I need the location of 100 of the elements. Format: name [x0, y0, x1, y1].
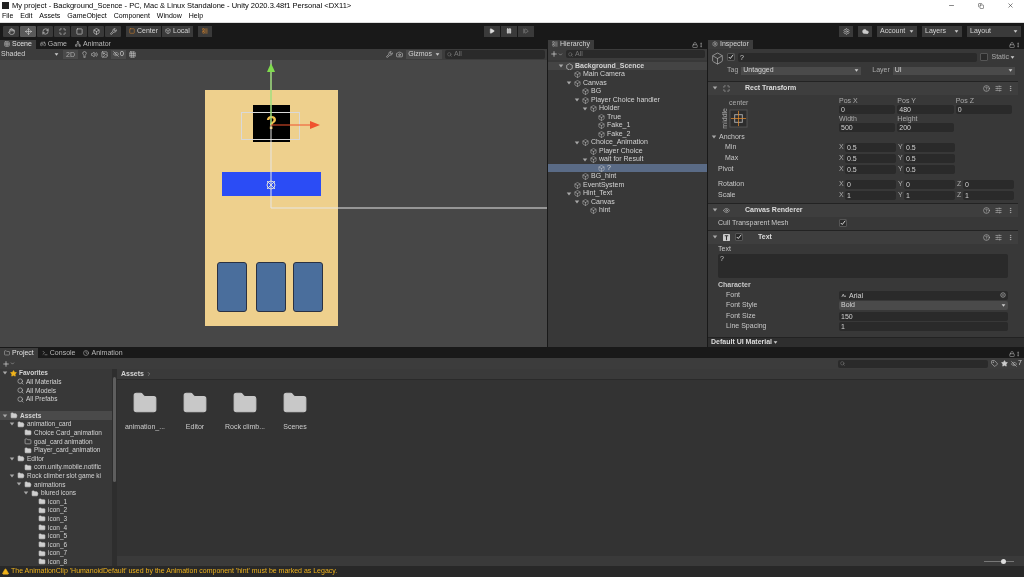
restore-icon[interactable]: [978, 2, 984, 9]
caret-icon[interactable]: [2, 412, 8, 419]
dropdown-arrow-icon: [954, 28, 959, 34]
plus-icon: [2, 359, 10, 368]
caret-icon[interactable]: [582, 105, 588, 112]
tool-button[interactable]: [71, 25, 87, 37]
tool-button[interactable]: [37, 25, 53, 37]
dropdown-arrow-icon: [1008, 68, 1013, 74]
plus-icon: [550, 50, 558, 59]
minimize-icon[interactable]: [948, 2, 955, 9]
create-button[interactable]: [2, 359, 15, 368]
checkbox[interactable]: [735, 233, 743, 242]
unity-logo-icon: [566, 62, 573, 70]
tool-button[interactable]: [88, 25, 104, 37]
sliders-icon[interactable]: [995, 84, 1002, 92]
snap-button[interactable]: [197, 25, 212, 37]
image-icon[interactable]: [100, 50, 108, 58]
checkbox[interactable]: [727, 53, 735, 62]
pause-button[interactable]: [501, 25, 517, 37]
scale-icon: [58, 27, 66, 35]
speaker-icon[interactable]: [90, 50, 98, 58]
more-icon[interactable]: [698, 41, 704, 48]
caret-icon[interactable]: [558, 63, 564, 70]
lock-icon[interactable]: [1009, 351, 1015, 357]
slider-thumb[interactable]: [1001, 558, 1006, 564]
caret-icon[interactable]: [9, 421, 15, 428]
lock-icon[interactable]: [692, 41, 698, 48]
help-icon[interactable]: [983, 206, 990, 214]
caret-icon[interactable]: [566, 190, 572, 197]
tool-button[interactable]: [20, 25, 36, 37]
caret-icon[interactable]: [712, 234, 718, 241]
rotate-icon: [41, 27, 49, 35]
scrollbar[interactable]: [112, 369, 117, 567]
dropdown-arrow-icon: [773, 340, 779, 345]
caret-icon[interactable]: [9, 472, 15, 479]
caret-icon[interactable]: [9, 455, 15, 462]
warning-icon: [2, 568, 9, 576]
eye-off-icon: [1011, 360, 1018, 367]
caret-icon[interactable]: [566, 80, 572, 87]
tag-icon[interactable]: [991, 360, 999, 367]
lightbulb-icon[interactable]: [80, 50, 88, 58]
close-icon[interactable]: [1007, 2, 1014, 9]
character-card: [256, 261, 286, 312]
more-icon[interactable]: [1015, 41, 1021, 48]
caret-icon[interactable]: [23, 490, 29, 497]
chevron-icon: [145, 371, 152, 377]
camera-icon[interactable]: [396, 50, 404, 58]
checkbox[interactable]: [980, 53, 989, 62]
sliders-icon[interactable]: [995, 206, 1002, 214]
list-icon: [201, 28, 208, 35]
caret-icon[interactable]: [582, 156, 588, 163]
caret-icon[interactable]: [16, 481, 22, 488]
cube-icon: [165, 28, 171, 35]
checkbox[interactable]: [839, 219, 847, 228]
help-icon[interactable]: [983, 84, 990, 92]
play-button[interactable]: [484, 25, 500, 37]
services-button[interactable]: [839, 25, 853, 37]
gamepad-icon: [39, 41, 46, 48]
more-icon[interactable]: [1015, 351, 1021, 357]
tool-button[interactable]: [54, 25, 70, 37]
cube-icon: [92, 27, 100, 35]
tool-button[interactable]: [105, 25, 121, 37]
question-text: ?: [266, 111, 277, 135]
caret-icon[interactable]: [574, 199, 580, 206]
chevron-down-icon: [10, 361, 15, 366]
network-icon: [74, 41, 81, 48]
search-field[interactable]: [838, 359, 989, 368]
grid-icon: [4, 41, 10, 48]
character-card: [293, 261, 323, 312]
dropdown-arrow-icon: [1013, 28, 1018, 34]
dropdown-arrow-icon: [54, 51, 59, 57]
help-icon[interactable]: [983, 233, 990, 241]
icon-size-slider[interactable]: [984, 558, 1014, 565]
cube-icon: [711, 51, 724, 65]
tool-button[interactable]: [3, 25, 19, 37]
step-icon: [523, 28, 529, 35]
app-icon: [2, 2, 9, 9]
eye-icon: [723, 206, 730, 214]
folder-icon: [24, 463, 32, 471]
play-icon: [489, 28, 495, 35]
lock-icon[interactable]: [1009, 41, 1015, 48]
caret-icon[interactable]: [574, 97, 580, 104]
star-icon[interactable]: [1001, 360, 1009, 367]
target-icon[interactable]: [1000, 292, 1006, 299]
caret-icon[interactable]: [711, 133, 717, 140]
anchor-preset-icon[interactable]: [729, 109, 748, 129]
open-folder-icon: [17, 455, 25, 463]
sliders-icon[interactable]: [995, 233, 1002, 241]
rect-transform-icon: [723, 84, 730, 92]
cloud-button[interactable]: [858, 25, 872, 37]
eye-off-icon: [112, 51, 119, 58]
caret-icon[interactable]: [574, 139, 580, 146]
create-button[interactable]: [550, 50, 563, 59]
grid-icon[interactable]: [128, 50, 136, 58]
search-icon: [840, 361, 846, 366]
caret-icon[interactable]: [712, 85, 718, 92]
caret-icon[interactable]: [712, 207, 718, 214]
caret-icon[interactable]: [2, 370, 8, 377]
wrench-icon[interactable]: [386, 50, 394, 58]
pivot-icon: [266, 180, 276, 190]
